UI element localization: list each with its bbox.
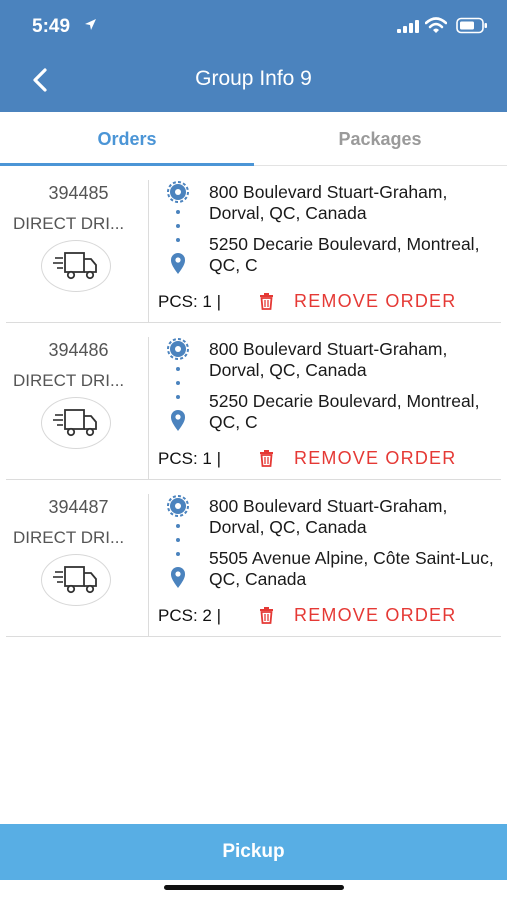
map-pin-icon	[171, 253, 185, 274]
order-type: DIRECT DRI...	[13, 371, 125, 390]
tab-bar: Orders Packages	[0, 112, 507, 166]
status-time: 5:49	[32, 16, 71, 37]
order-summary: 394486 DIRECT DRI...	[0, 323, 148, 479]
remove-order-button[interactable]: REMOVE ORDER	[294, 291, 456, 312]
pieces-count: PCS: 1 |	[158, 449, 221, 468]
tab-orders[interactable]: Orders	[0, 112, 254, 166]
dropoff-address: 5250 Decarie Boulevard, Montreal, QC, C	[209, 234, 480, 275]
origin-icon	[167, 338, 189, 360]
page-title: Group Info 9	[195, 67, 312, 90]
order-card[interactable]: 394485 DIRECT DRI... 800 Boulevard Stuar…	[0, 166, 507, 323]
pieces-count: PCS: 2 |	[158, 606, 221, 625]
order-type: DIRECT DRI...	[13, 528, 125, 547]
map-pin-icon	[171, 567, 185, 588]
trash-icon[interactable]	[259, 607, 274, 629]
column-divider	[148, 180, 149, 322]
route-indicator	[160, 180, 200, 290]
column-divider	[148, 337, 149, 479]
order-card[interactable]: 394487 DIRECT DRI... 800 Boulevard Stuar…	[0, 480, 507, 637]
battery-icon	[456, 17, 488, 39]
route-indicator	[160, 337, 200, 447]
map-pin-icon	[171, 410, 185, 431]
nav-bar: Group Info 9	[0, 52, 507, 112]
delivery-truck-icon	[41, 240, 111, 292]
remove-order-button[interactable]: REMOVE ORDER	[294, 605, 456, 626]
column-divider	[148, 494, 149, 636]
dropoff-address: 5250 Decarie Boulevard, Montreal, QC, C	[209, 391, 480, 432]
order-summary: 394485 DIRECT DRI...	[0, 166, 148, 322]
origin-icon	[167, 181, 189, 203]
remove-order-button[interactable]: REMOVE ORDER	[294, 448, 456, 469]
trash-icon[interactable]	[259, 293, 274, 315]
pieces-count: PCS: 1 |	[158, 292, 221, 311]
location-arrow-icon	[84, 18, 97, 36]
cellular-signal-icon	[397, 20, 419, 38]
pickup-address: 800 Boulevard Stuart-Graham, Dorval, QC,…	[209, 182, 448, 223]
origin-icon	[167, 495, 189, 517]
order-card[interactable]: 394486 DIRECT DRI... 800 Boulevard Stuar…	[0, 323, 507, 480]
order-id: 394487	[48, 497, 109, 517]
orders-list: 394485 DIRECT DRI... 800 Boulevard Stuar…	[0, 166, 507, 637]
order-summary: 394487 DIRECT DRI...	[0, 480, 148, 636]
wifi-icon	[424, 17, 448, 39]
app-header: 5:49 Group Info 9	[0, 0, 507, 112]
route-indicator	[160, 494, 200, 604]
order-type: DIRECT DRI...	[13, 214, 125, 233]
delivery-truck-icon	[41, 554, 111, 606]
delivery-truck-icon	[41, 397, 111, 449]
home-indicator	[164, 885, 344, 890]
pickup-button[interactable]: Pickup	[0, 824, 507, 880]
order-id: 394485	[48, 183, 109, 203]
pickup-address: 800 Boulevard Stuart-Graham, Dorval, QC,…	[209, 339, 448, 380]
dropoff-address: 5505 Avenue Alpine, Côte Saint-Luc, QC, …	[209, 548, 494, 589]
status-bar: 5:49	[0, 0, 507, 52]
trash-icon[interactable]	[259, 450, 274, 472]
order-id: 394486	[48, 340, 109, 360]
row-divider	[6, 636, 501, 637]
pickup-address: 800 Boulevard Stuart-Graham, Dorval, QC,…	[209, 496, 448, 537]
tab-packages[interactable]: Packages	[253, 112, 507, 166]
